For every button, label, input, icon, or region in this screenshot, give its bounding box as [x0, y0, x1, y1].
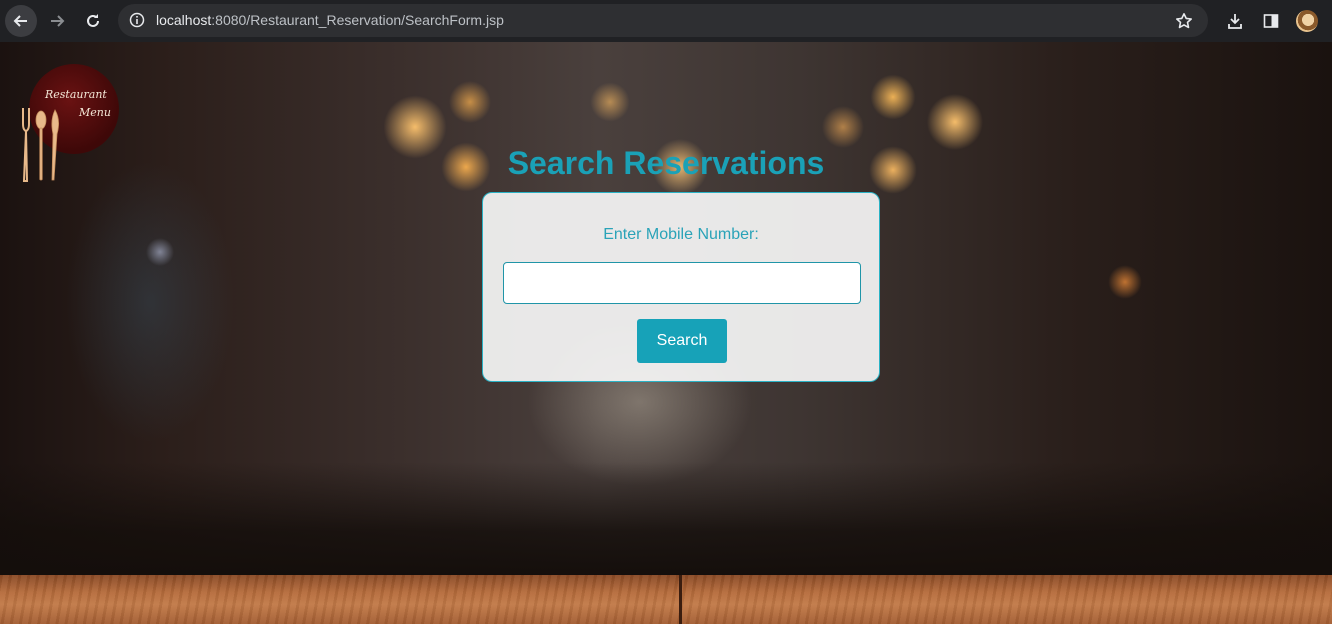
logo-text-line2: Menu [79, 106, 111, 119]
back-button[interactable] [5, 5, 37, 37]
reload-button[interactable] [77, 5, 109, 37]
info-icon [129, 12, 145, 28]
download-icon [1228, 14, 1242, 29]
page-viewport: Restaurant Menu Search Reservations Ente… [0, 42, 1332, 624]
address-bar[interactable]: localhost:8080/Restaurant_Reservation/Se… [118, 4, 1208, 37]
url-path: :8080/Restaurant_Reservation/SearchForm.… [211, 12, 504, 28]
mobile-number-label: Enter Mobile Number: [603, 226, 759, 243]
url-text: localhost:8080/Restaurant_Reservation/Se… [156, 12, 504, 28]
side-panel-icon [1263, 14, 1279, 28]
search-button[interactable]: Search [637, 319, 727, 363]
site-info-button[interactable] [126, 9, 148, 31]
url-host: localhost [156, 12, 212, 28]
reload-icon [87, 14, 99, 27]
forward-button[interactable] [41, 5, 73, 37]
background-shadow [0, 462, 1332, 578]
arrow-left-icon [13, 15, 27, 27]
download-button[interactable] [1223, 9, 1247, 33]
logo-text-line1: Restaurant [45, 88, 107, 101]
side-panel-button[interactable] [1259, 9, 1283, 33]
mobile-number-input[interactable] [503, 262, 861, 304]
arrow-right-icon [51, 15, 65, 27]
table-seam [679, 575, 682, 624]
bookmark-button[interactable] [1174, 11, 1194, 31]
search-form-card: Enter Mobile Number: Search [482, 192, 880, 382]
page-title: Search Reservations [507, 145, 825, 182]
browser-toolbar: localhost:8080/Restaurant_Reservation/Se… [0, 0, 1332, 42]
avatar[interactable] [1296, 10, 1318, 32]
star-icon [1176, 13, 1192, 29]
wooden-table-top [0, 575, 1332, 624]
